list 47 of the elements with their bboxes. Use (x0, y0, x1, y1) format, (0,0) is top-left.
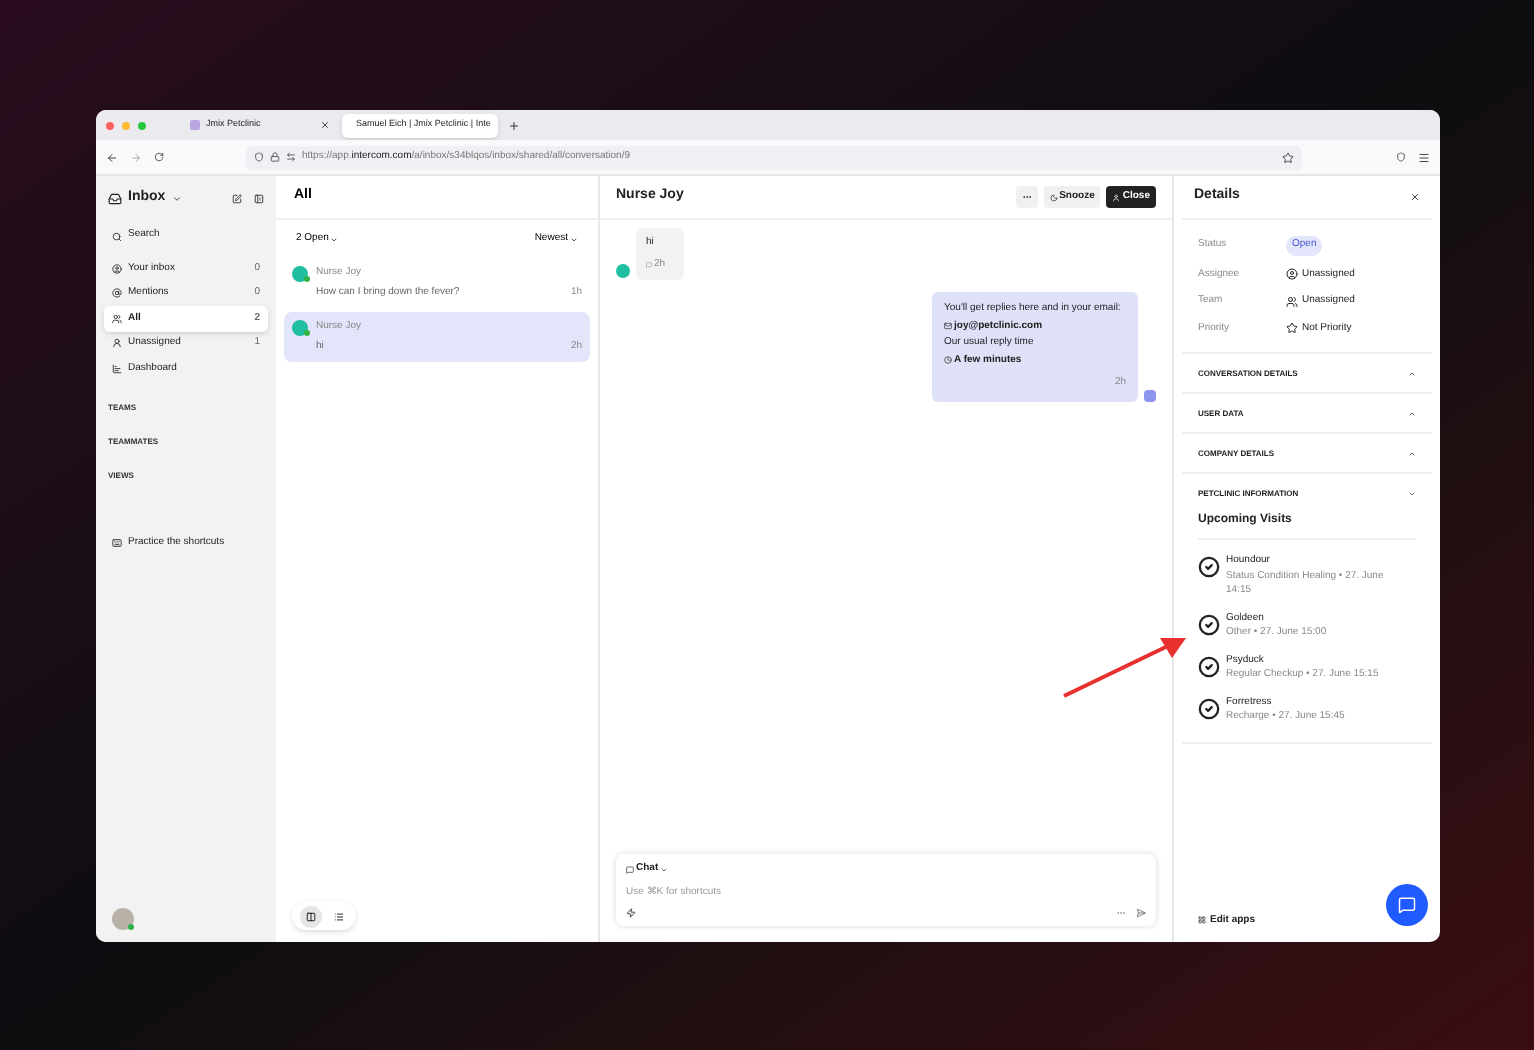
reload-icon[interactable] (154, 152, 164, 162)
item-icon (112, 338, 122, 349)
user-avatar[interactable] (112, 908, 134, 930)
compose-icon[interactable] (232, 193, 242, 203)
back-icon[interactable] (106, 151, 118, 163)
contact-avatar (292, 266, 308, 282)
person-icon (1286, 268, 1298, 281)
more-button[interactable] (1015, 186, 1038, 208)
menu-icon[interactable] (1418, 151, 1430, 163)
item-icon (112, 363, 122, 374)
bot-avatar (1144, 389, 1156, 401)
person-icon (1112, 193, 1121, 201)
contact-avatar (616, 264, 630, 278)
close-window-icon[interactable] (106, 121, 114, 129)
view-mode-button[interactable] (299, 905, 321, 927)
collapse-sidebar-icon[interactable] (254, 193, 264, 203)
columns-icon (305, 911, 315, 921)
item-icon (112, 288, 122, 299)
grid-icon (1198, 916, 1206, 925)
permissions-icon (286, 152, 296, 162)
moon-icon (1049, 193, 1058, 201)
list-icon (333, 911, 343, 921)
chat-icon (1398, 896, 1416, 914)
chat-icon (626, 865, 634, 874)
bookmark-icon[interactable] (1282, 151, 1294, 163)
check-circle-icon (1198, 655, 1220, 677)
send-icon[interactable] (1136, 908, 1146, 918)
new-tab-icon[interactable] (508, 119, 520, 131)
item-icon (112, 263, 122, 274)
lightning-icon[interactable] (626, 908, 636, 918)
inbox-icon (108, 191, 122, 205)
check-circle-icon (1198, 697, 1220, 719)
tab-favicon-icon (190, 120, 200, 130)
check-circle-icon (1198, 556, 1220, 578)
clock-icon (944, 356, 952, 365)
messenger-launcher[interactable] (1386, 884, 1428, 926)
shield-icon (254, 152, 264, 162)
item-icon (112, 313, 122, 324)
keyboard-icon (112, 537, 122, 548)
check-circle-icon (1198, 613, 1220, 635)
people-icon (1286, 295, 1298, 308)
contact-avatar (292, 320, 308, 336)
mail-icon (944, 322, 952, 331)
lock-icon (270, 152, 280, 162)
caret-icon[interactable] (171, 193, 182, 203)
star-icon (1286, 322, 1298, 335)
search-icon (112, 231, 122, 241)
